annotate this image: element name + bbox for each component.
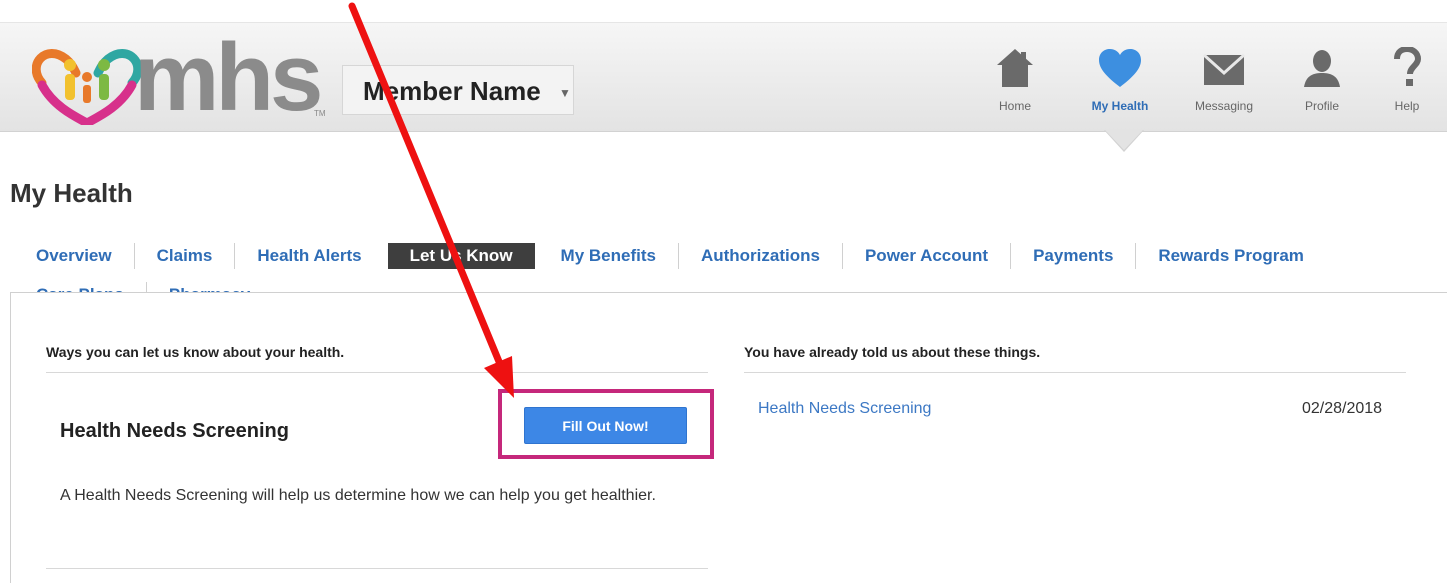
tab-power-account[interactable]: Power Account	[843, 243, 1012, 269]
app-header: mhs TM Member Name ▼ Home My Health Mess…	[0, 22, 1447, 132]
nav-my-health[interactable]: My Health	[1080, 47, 1160, 113]
member-selector[interactable]: Member Name ▼	[342, 65, 574, 115]
right-panel-heading: You have already told us about these thi…	[744, 344, 1041, 360]
button-highlight-box	[498, 389, 714, 459]
screening-title: Health Needs Screening	[60, 420, 289, 442]
dropdown-arrow-icon: ▼	[559, 86, 571, 100]
nav-help-label: Help	[1394, 99, 1420, 113]
home-icon	[997, 49, 1033, 87]
nav-home[interactable]: Home	[975, 47, 1055, 113]
active-nav-pointer-fill	[1105, 130, 1143, 150]
left-panel-heading: Ways you can let us know about your heal…	[46, 344, 345, 360]
completed-screening-link[interactable]: Health Needs Screening	[758, 400, 931, 418]
trademark-mark: TM	[314, 109, 326, 118]
person-icon	[1304, 50, 1340, 87]
screening-description: A Health Needs Screening will help us de…	[60, 487, 656, 504]
left-divider-top	[46, 372, 708, 373]
logo-text: mhs	[134, 24, 323, 131]
mhs-logo[interactable]: mhs TM	[31, 24, 332, 131]
nav-messaging[interactable]: Messaging	[1184, 47, 1264, 113]
tab-health-alerts[interactable]: Health Alerts	[235, 243, 383, 269]
nav-help[interactable]: Help	[1367, 47, 1447, 113]
nav-profile[interactable]: Profile	[1282, 47, 1362, 113]
nav-messaging-label: Messaging	[1194, 99, 1254, 113]
heart-icon	[1099, 49, 1141, 87]
tab-let-us-know[interactable]: Let Us Know	[387, 243, 535, 269]
tab-row-1: Overview Claims Health Alerts Let Us Kno…	[14, 239, 1326, 273]
envelope-icon	[1202, 53, 1246, 85]
right-divider-top	[744, 372, 1406, 373]
tab-claims[interactable]: Claims	[135, 243, 236, 269]
family-heart-logo-icon	[31, 49, 143, 129]
question-icon	[1394, 47, 1422, 86]
nav-home-label: Home	[998, 99, 1031, 113]
completed-screening-date: 02/28/2018	[1302, 400, 1383, 417]
page-title: My Health	[10, 178, 133, 208]
tab-payments[interactable]: Payments	[1011, 243, 1137, 269]
member-name: Member Name	[363, 76, 541, 106]
left-divider-bottom	[46, 568, 708, 569]
tab-rewards-program[interactable]: Rewards Program	[1136, 243, 1326, 269]
nav-my-health-label: My Health	[1091, 99, 1149, 113]
nav-profile-label: Profile	[1304, 99, 1339, 113]
tab-my-benefits[interactable]: My Benefits	[539, 243, 679, 269]
tab-overview[interactable]: Overview	[14, 243, 135, 269]
tab-authorizations[interactable]: Authorizations	[679, 243, 843, 269]
